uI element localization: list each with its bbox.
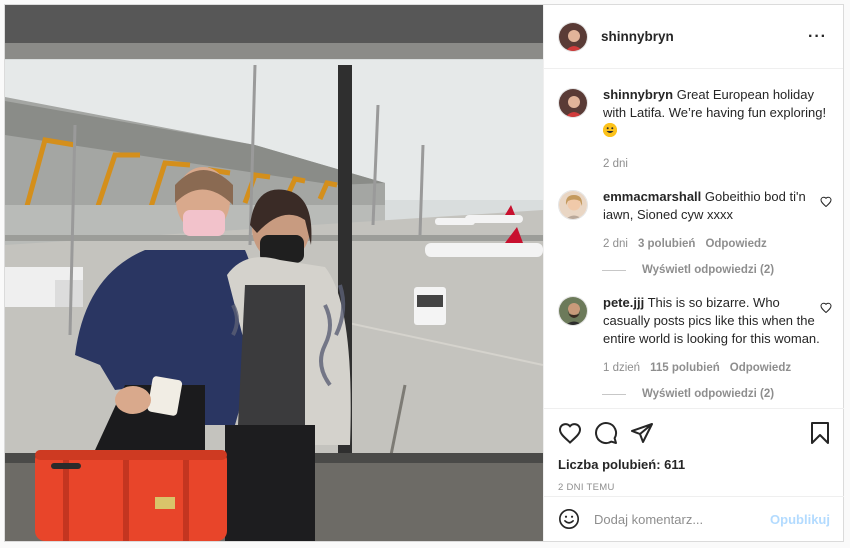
comment-item: pete.jjj This is so bizarre. Who casuall… [558,294,832,374]
comment-icon[interactable] [594,421,618,445]
comment-likes[interactable]: 3 polubień [638,238,696,250]
grinning-face-emoji-icon [603,123,617,137]
emoji-smile-icon[interactable] [558,507,580,531]
caption: shinnybryn Great European holiday with L… [558,86,832,170]
caption-username[interactable]: shinnybryn [603,87,673,102]
avatar[interactable] [558,296,588,326]
replies-divider [602,393,626,395]
comment-likes[interactable]: 115 polubień [650,362,720,374]
heart-icon[interactable] [558,422,582,444]
likes-count[interactable]: Liczba polubień: 611 [558,457,830,472]
view-replies-button[interactable]: Wyświetl odpowiedzi (2) [602,264,832,276]
bookmark-icon[interactable] [810,421,830,445]
replies-divider [602,269,626,271]
comment-input[interactable] [594,511,771,527]
comment-item: emmacmarshall Gobeithio bod ti'n iawn, S… [558,188,832,250]
more-options-icon[interactable]: ··· [808,28,827,46]
post-header: shinnybryn ··· [544,5,843,69]
post-comment-button[interactable]: Opublikuj [770,512,830,527]
avatar[interactable] [558,21,588,52]
comment-time[interactable]: 1 dzień [603,362,640,374]
share-icon[interactable] [630,422,654,444]
reply-button[interactable]: Odpowiedz [705,238,766,250]
post-date[interactable]: 2 DNI TEMU [558,482,830,493]
caption-time[interactable]: 2 dni [603,158,628,170]
post-dialog: shinnybryn ··· shinnybryn Great European… [4,4,844,542]
author-username[interactable]: shinnybryn [601,29,674,44]
comment-username[interactable]: pete.jjj [603,295,644,310]
reply-button[interactable]: Odpowiedz [730,362,791,374]
view-replies-label[interactable]: Wyświetl odpowiedzi (2) [642,388,774,400]
add-comment-bar: Opublikuj [544,496,844,541]
comment-username[interactable]: emmacmarshall [603,189,701,204]
comment-heart-icon[interactable] [820,302,832,313]
post-actions: Liczba polubień: 611 2 DNI TEMU [544,408,844,496]
view-replies-label[interactable]: Wyświetl odpowiedzi (2) [642,264,774,276]
view-replies-button[interactable]: Wyświetl odpowiedzi (2) [602,388,832,400]
comments-list[interactable]: shinnybryn Great European holiday with L… [544,70,844,408]
post-sidebar: shinnybryn ··· shinnybryn Great European… [543,5,844,541]
avatar[interactable] [558,88,588,118]
post-photo[interactable] [5,5,543,541]
comment-time[interactable]: 2 dni [603,238,628,250]
comment-heart-icon[interactable] [820,196,832,207]
photo-image [5,5,543,541]
avatar[interactable] [558,190,588,220]
